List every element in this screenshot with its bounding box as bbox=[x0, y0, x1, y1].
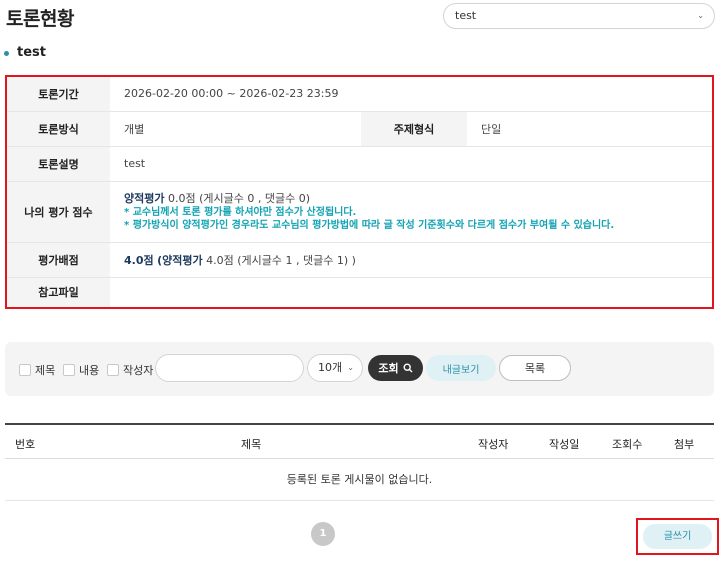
page-button-current[interactable]: 1 bbox=[311, 522, 335, 546]
topic-type-label: 주제형식 bbox=[361, 111, 467, 147]
col-title: 제목 bbox=[241, 438, 262, 451]
filter-content-label: 내용 bbox=[79, 364, 100, 377]
allot-total: 4.0점 bbox=[124, 253, 154, 267]
method-value: 개별 bbox=[110, 111, 361, 147]
desc-label: 토론설명 bbox=[7, 146, 110, 182]
filter-title-label: 제목 bbox=[35, 364, 56, 377]
page-size-select[interactable]: 10개 ⌄ bbox=[307, 354, 363, 382]
my-score-kind: 양적평가 bbox=[124, 191, 165, 205]
discussion-title-text: test bbox=[17, 45, 46, 60]
col-attachment: 첨부 bbox=[674, 438, 695, 451]
file-label: 참고파일 bbox=[7, 277, 110, 307]
search-button-label: 조회 bbox=[378, 362, 399, 375]
checkbox-icon[interactable] bbox=[63, 364, 75, 376]
period-label: 토론기간 bbox=[7, 77, 110, 112]
my-score-points: 0.0점 bbox=[167, 191, 196, 205]
chevron-down-icon: ⌄ bbox=[347, 363, 354, 372]
allot-kind: 양적평가 bbox=[162, 253, 203, 267]
write-button[interactable]: 글쓰기 bbox=[643, 524, 712, 549]
allot-detail: 4.0점 (게시글수 1 , 댓글수 1) ) bbox=[206, 253, 356, 267]
col-author: 작성자 bbox=[478, 438, 509, 451]
info-row-period: 토론기간 2026-02-20 00:00 ~ 2026-02-23 23:59 bbox=[7, 77, 712, 112]
my-posts-button[interactable]: 내글보기 bbox=[426, 355, 496, 381]
chevron-down-icon: ⌄ bbox=[697, 11, 704, 20]
discussion-info-panel: 토론기간 2026-02-20 00:00 ~ 2026-02-23 23:59… bbox=[5, 75, 714, 309]
checkbox-icon[interactable] bbox=[19, 364, 31, 376]
info-row-files: 참고파일 bbox=[7, 277, 712, 307]
score-notice-1: * 교수님께서 토론 평가를 하셔야만 점수가 산정됩니다. bbox=[124, 206, 357, 218]
topic-select[interactable]: test ⌄ bbox=[443, 3, 715, 29]
discussion-info-table: 토론기간 2026-02-20 00:00 ~ 2026-02-23 23:59… bbox=[7, 77, 712, 307]
col-date: 작성일 bbox=[549, 438, 580, 451]
my-score-line: 양적평가 0.0점 (게시글수 0 , 댓글수 0) bbox=[124, 192, 712, 206]
board-empty-message: 등록된 토론 게시물이 없습니다. bbox=[5, 459, 714, 501]
info-row-method: 토론방식 개별 주제형식 단일 bbox=[7, 111, 712, 147]
search-icon bbox=[403, 363, 413, 373]
list-button[interactable]: 목록 bbox=[499, 355, 571, 381]
info-row-description: 토론설명 test bbox=[7, 146, 712, 182]
write-button-highlight: 글쓰기 bbox=[636, 518, 719, 555]
my-score-value: 양적평가 0.0점 (게시글수 0 , 댓글수 0) * 교수님께서 토론 평가… bbox=[110, 181, 712, 243]
discussion-title: test bbox=[4, 45, 46, 60]
search-bar: 제목 내용 작성자 10개 ⌄ 조회 내글보기 목록 bbox=[5, 342, 714, 396]
bullet-dot-icon bbox=[4, 51, 9, 56]
allot-label: 평가배점 bbox=[7, 242, 110, 278]
desc-value: test bbox=[110, 146, 712, 182]
filter-content-checkbox[interactable]: 내용 bbox=[63, 362, 99, 378]
allot-value: 4.0점 (양적평가 4.0점 (게시글수 1 , 댓글수 1) ) bbox=[110, 242, 712, 278]
search-button[interactable]: 조회 bbox=[368, 355, 423, 381]
info-row-allotment: 평가배점 4.0점 (양적평가 4.0점 (게시글수 1 , 댓글수 1) ) bbox=[7, 242, 712, 278]
col-views: 조회수 bbox=[612, 438, 643, 451]
my-score-counts: (게시글수 0 , 댓글수 0) bbox=[199, 191, 311, 205]
filter-author-label: 작성자 bbox=[123, 364, 154, 377]
topic-select-value: test bbox=[455, 9, 477, 22]
filter-author-checkbox[interactable]: 작성자 bbox=[107, 362, 153, 378]
page-size-value: 10개 bbox=[318, 361, 343, 374]
method-label: 토론방식 bbox=[7, 111, 110, 147]
filter-title-checkbox[interactable]: 제목 bbox=[19, 362, 55, 378]
col-number: 번호 bbox=[15, 438, 36, 451]
file-value bbox=[110, 277, 712, 307]
board-header: 번호 제목 작성자 작성일 조회수 첨부 bbox=[5, 423, 714, 459]
topic-type-value: 단일 bbox=[467, 111, 712, 147]
checkbox-icon[interactable] bbox=[107, 364, 119, 376]
page-title: 토론현황 bbox=[6, 8, 74, 30]
score-notice-2: * 평가방식이 양적평가인 경우라도 교수님의 평가방법에 따라 글 작성 기준… bbox=[124, 219, 615, 231]
search-input[interactable] bbox=[155, 354, 304, 382]
period-value: 2026-02-20 00:00 ~ 2026-02-23 23:59 bbox=[110, 77, 712, 112]
info-row-my-score: 나의 평가 점수 양적평가 0.0점 (게시글수 0 , 댓글수 0) * 교수… bbox=[7, 181, 712, 243]
post-board: 번호 제목 작성자 작성일 조회수 첨부 등록된 토론 게시물이 없습니다. bbox=[5, 423, 714, 501]
my-score-label: 나의 평가 점수 bbox=[7, 181, 110, 243]
